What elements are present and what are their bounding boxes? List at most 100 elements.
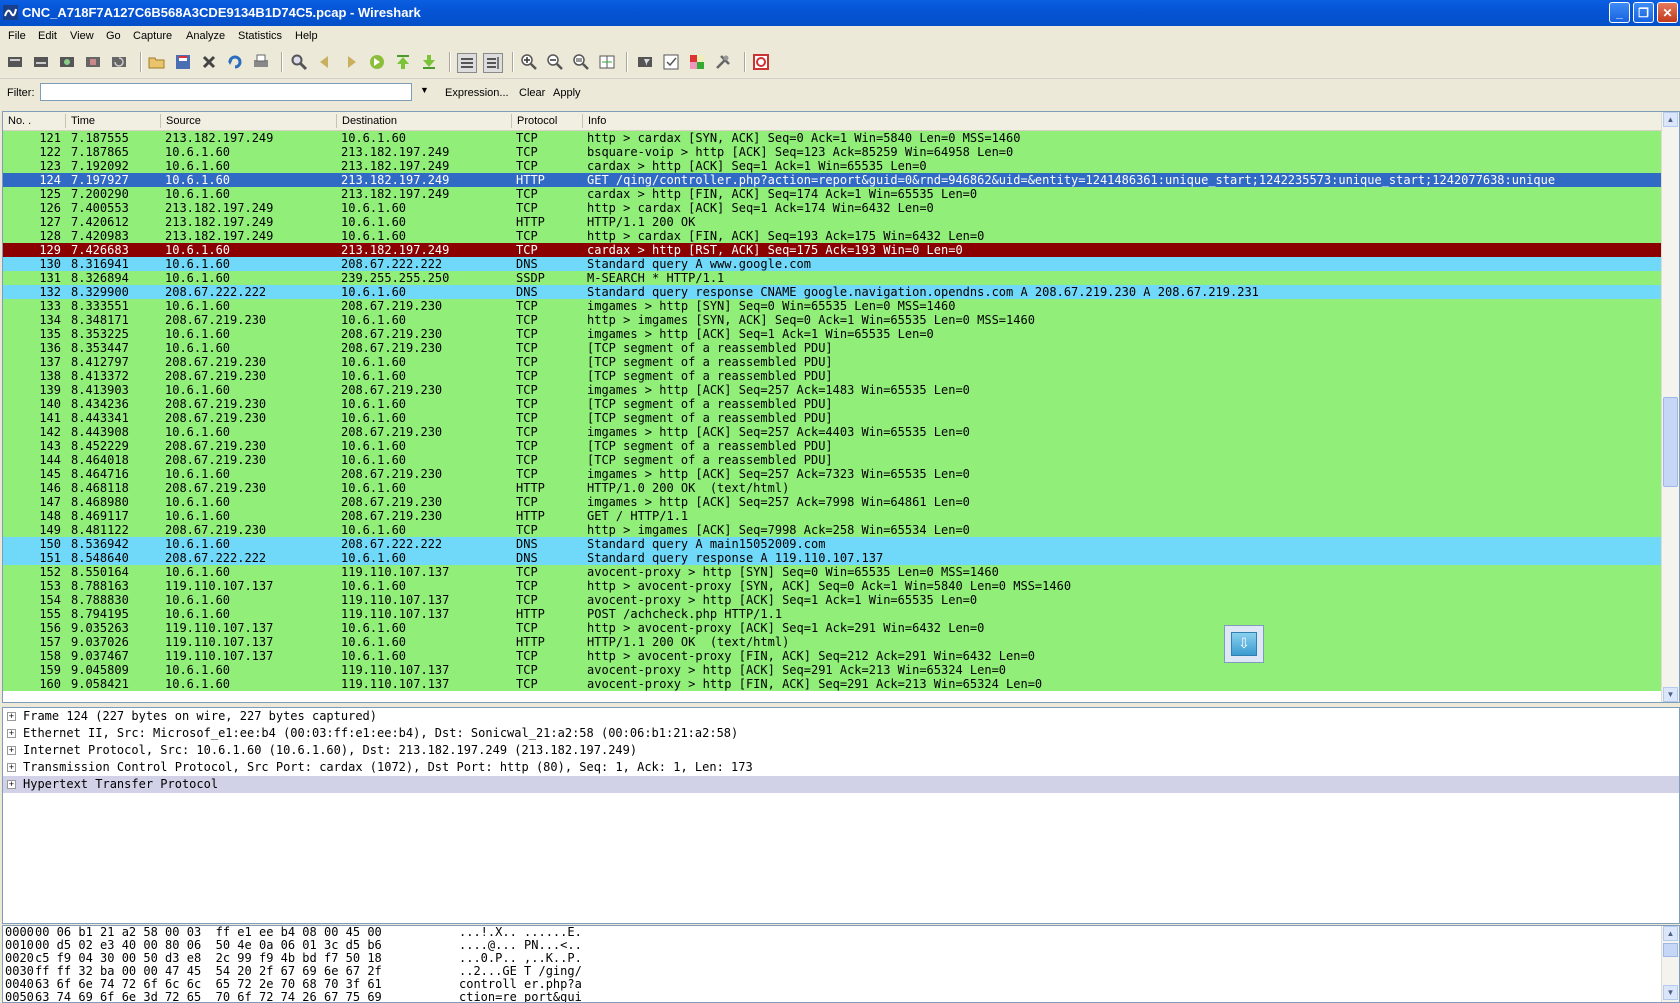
hex-bytes[interactable]: 63 74 69 6f 6e 3d 72 65 70 6f 72 74 26 6… xyxy=(35,991,382,1003)
scroll-up-icon[interactable]: ▲ xyxy=(1663,112,1678,127)
packet-row[interactable]: 135 8.353225 10.6.1.60 208.67.219.230 TCP img… xyxy=(3,327,1662,341)
packet-row[interactable]: 150 8.536942 10.6.1.60 208.67.222.222 DNS Sta… xyxy=(3,537,1662,551)
find-packet-icon[interactable] xyxy=(290,53,308,71)
minimize-button[interactable]: _ xyxy=(1609,2,1630,23)
open-file-icon[interactable] xyxy=(148,53,166,71)
colorize-icon[interactable] xyxy=(457,53,477,73)
packet-row[interactable]: 136 8.353447 10.6.1.60 208.67.219.230 TCP [TC… xyxy=(3,341,1662,355)
packet-row[interactable]: 143 8.452229 208.67.219.230 10.6.1.60 TCP [TC… xyxy=(3,439,1662,453)
packet-row[interactable]: 126 7.400553 213.182.197.249 10.6.1.60 TCP ht… xyxy=(3,201,1662,215)
packet-list-scrollbar[interactable]: ▲ ▼ xyxy=(1661,112,1679,702)
packet-row[interactable]: 146 8.468118 208.67.219.230 10.6.1.60 HTTP HT… xyxy=(3,481,1662,495)
menu-help[interactable]: Help xyxy=(295,30,318,42)
packet-list-pane[interactable]: No. . Time Source Destination Protocol I… xyxy=(2,111,1680,703)
menu-go[interactable]: Go xyxy=(106,30,121,42)
expand-icon[interactable]: + xyxy=(7,763,16,772)
go-forward-icon[interactable] xyxy=(342,53,360,71)
go-first-icon[interactable] xyxy=(394,53,412,71)
zoom-normal-icon[interactable] xyxy=(572,53,590,71)
packet-row[interactable]: 140 8.434236 208.67.219.230 10.6.1.60 TCP [TC… xyxy=(3,397,1662,411)
hex-offset[interactable]: 0050 xyxy=(5,991,34,1003)
menu-file[interactable]: File xyxy=(8,30,26,42)
packet-row[interactable]: 129 7.426683 10.6.1.60 213.182.197.249 TCP ca… xyxy=(3,243,1662,257)
filter-history-dropdown-icon[interactable]: ▼ xyxy=(420,85,429,95)
restore-button[interactable]: ❐ xyxy=(1633,2,1654,23)
go-to-packet-icon[interactable] xyxy=(368,53,386,71)
detail-tree-item[interactable]: + Transmission Control Protocol, Src Port… xyxy=(3,759,1679,776)
print-icon[interactable] xyxy=(252,53,270,71)
filter-input[interactable] xyxy=(40,83,412,101)
scroll-down-icon[interactable]: ▼ xyxy=(1663,985,1678,1000)
interface-list-icon[interactable] xyxy=(6,53,24,71)
zoom-out-icon[interactable] xyxy=(546,53,564,71)
packet-row[interactable]: 121 7.187555 213.182.197.249 10.6.1.60 TCP ht… xyxy=(3,131,1662,145)
packet-row[interactable]: 134 8.348171 208.67.219.230 10.6.1.60 TCP htt… xyxy=(3,313,1662,327)
packet-row[interactable]: 159 9.045809 10.6.1.60 119.110.107.137 TCP av… xyxy=(3,663,1662,677)
capture-filters-icon[interactable] xyxy=(636,53,654,71)
help-icon[interactable] xyxy=(752,53,770,71)
detail-tree-item[interactable]: + Ethernet II, Src: Microsof_e1:ee:b4 (00… xyxy=(3,725,1679,742)
save-file-icon[interactable] xyxy=(174,53,192,71)
go-back-icon[interactable] xyxy=(316,53,334,71)
packet-row[interactable]: 127 7.420612 213.182.197.249 10.6.1.60 HTTP H… xyxy=(3,215,1662,229)
expand-icon[interactable]: + xyxy=(7,729,16,738)
column-header-time[interactable]: Time xyxy=(71,115,95,127)
expand-icon[interactable]: + xyxy=(7,780,16,789)
packet-row[interactable]: 139 8.413903 10.6.1.60 208.67.219.230 TCP img… xyxy=(3,383,1662,397)
packet-row[interactable]: 154 8.788830 10.6.1.60 119.110.107.137 TCP av… xyxy=(3,593,1662,607)
packet-row[interactable]: 137 8.412797 208.67.219.230 10.6.1.60 TCP [TC… xyxy=(3,355,1662,369)
detail-tree-item[interactable]: + Internet Protocol, Src: 10.6.1.60 (10.6… xyxy=(3,742,1679,759)
autoscroll-icon[interactable] xyxy=(483,53,503,73)
packet-row[interactable]: 142 8.443908 10.6.1.60 208.67.219.230 TCP img… xyxy=(3,425,1662,439)
packet-row[interactable]: 131 8.326894 10.6.1.60 239.255.255.250 SSDP M… xyxy=(3,271,1662,285)
bytes-scrollbar[interactable]: ▲ ▼ xyxy=(1661,926,1679,1002)
expression-button[interactable]: Expression... xyxy=(445,87,509,99)
packet-row[interactable]: 156 9.035263 119.110.107.137 10.6.1.60 TCP ht… xyxy=(3,621,1662,635)
stop-capture-icon[interactable] xyxy=(84,53,102,71)
close-window-button[interactable]: ✕ xyxy=(1657,2,1678,23)
packet-row[interactable]: 128 7.420983 213.182.197.249 10.6.1.60 TCP ht… xyxy=(3,229,1662,243)
packet-row[interactable]: 123 7.192092 10.6.1.60 213.182.197.249 TCP ca… xyxy=(3,159,1662,173)
hex-ascii[interactable]: ction=re port&gui xyxy=(459,991,582,1003)
menu-view[interactable]: View xyxy=(70,30,94,42)
expand-icon[interactable]: + xyxy=(7,746,16,755)
resize-columns-icon[interactable] xyxy=(598,53,616,71)
packet-row[interactable]: 145 8.464716 10.6.1.60 208.67.219.230 TCP img… xyxy=(3,467,1662,481)
packet-row[interactable]: 122 7.187865 10.6.1.60 213.182.197.249 TCP bs… xyxy=(3,145,1662,159)
column-header-protocol[interactable]: Protocol xyxy=(517,115,557,127)
column-header-no[interactable]: No. . xyxy=(8,115,31,127)
coloring-rules-icon[interactable] xyxy=(688,53,706,71)
column-header-source[interactable]: Source xyxy=(166,115,201,127)
scrollbar-thumb[interactable] xyxy=(1663,943,1678,957)
packet-row[interactable]: 158 9.037467 119.110.107.137 10.6.1.60 TCP ht… xyxy=(3,649,1662,663)
preferences-icon[interactable] xyxy=(714,53,732,71)
packet-row[interactable]: 148 8.469117 10.6.1.60 208.67.219.230 HTTP GE… xyxy=(3,509,1662,523)
packet-row[interactable]: 124 7.197927 10.6.1.60 213.182.197.249 HTTP G… xyxy=(3,173,1662,187)
detail-tree-item[interactable]: + Hypertext Transfer Protocol xyxy=(3,776,1679,793)
scroll-up-icon[interactable]: ▲ xyxy=(1663,926,1678,941)
menu-capture[interactable]: Capture xyxy=(133,30,172,42)
scrollbar-thumb[interactable] xyxy=(1663,397,1678,487)
capture-options-icon[interactable] xyxy=(32,53,50,71)
menu-edit[interactable]: Edit xyxy=(38,30,57,42)
menu-statistics[interactable]: Statistics xyxy=(238,30,282,42)
packet-row[interactable]: 125 7.200290 10.6.1.60 213.182.197.249 TCP ca… xyxy=(3,187,1662,201)
packet-row[interactable]: 160 9.058421 10.6.1.60 119.110.107.137 TCP av… xyxy=(3,677,1662,691)
column-header-info[interactable]: Info xyxy=(588,115,606,127)
packet-row[interactable]: 144 8.464018 208.67.219.230 10.6.1.60 TCP [TC… xyxy=(3,453,1662,467)
zoom-in-icon[interactable] xyxy=(520,53,538,71)
packet-row[interactable]: 151 8.548640 208.67.222.222 10.6.1.60 DNS Sta… xyxy=(3,551,1662,565)
clear-filter-button[interactable]: Clear xyxy=(519,87,545,99)
packet-row[interactable]: 155 8.794195 10.6.1.60 119.110.107.137 HTTP P… xyxy=(3,607,1662,621)
scroll-down-icon[interactable]: ▼ xyxy=(1663,687,1678,702)
packet-row[interactable]: 138 8.413372 208.67.219.230 10.6.1.60 TCP [TC… xyxy=(3,369,1662,383)
menu-analyze[interactable]: Analyze xyxy=(186,30,225,42)
packet-row[interactable]: 132 8.329900 208.67.222.222 10.6.1.60 DNS Sta… xyxy=(3,285,1662,299)
column-header-destination[interactable]: Destination xyxy=(342,115,397,127)
packet-row[interactable]: 130 8.316941 10.6.1.60 208.67.222.222 DNS Sta… xyxy=(3,257,1662,271)
expand-icon[interactable]: + xyxy=(7,712,16,721)
packet-row[interactable]: 157 9.037026 119.110.107.137 10.6.1.60 HTTP H… xyxy=(3,635,1662,649)
packet-row[interactable]: 147 8.468980 10.6.1.60 208.67.219.230 TCP img… xyxy=(3,495,1662,509)
go-last-icon[interactable] xyxy=(420,53,438,71)
close-file-icon[interactable] xyxy=(200,53,218,71)
